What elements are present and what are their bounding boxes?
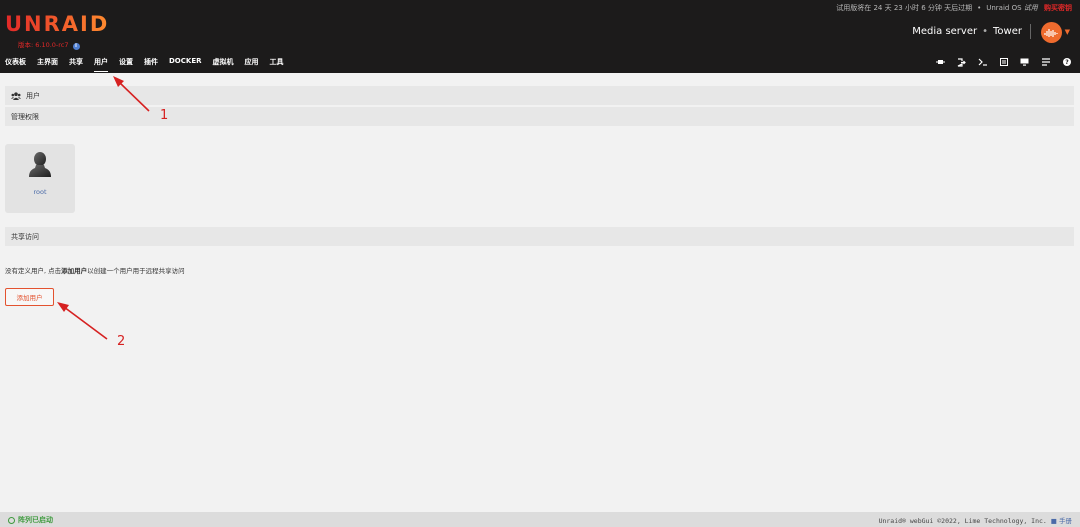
users-section-header: 用户: [5, 86, 1074, 105]
header-toolbar: ?: [935, 57, 1072, 67]
waveform-icon: [1044, 28, 1058, 37]
user-card-root[interactable]: root: [5, 144, 75, 213]
info-icon[interactable]: i: [72, 43, 80, 50]
os-edition: 试用: [1023, 4, 1038, 12]
nav-docker[interactable]: DOCKER: [169, 57, 202, 72]
list-icon[interactable]: [1040, 57, 1051, 67]
status-ok-icon: [8, 516, 15, 524]
trial-status: 试用版将在 24 天 23 小时 6 分钟 天后过期 • Unraid OS 试用 …: [836, 4, 1072, 12]
version-label: 版本: 6.10.0-rc7 i: [18, 39, 80, 50]
account-avatar[interactable]: [1041, 22, 1062, 43]
svg-text:?: ?: [1065, 59, 1069, 66]
book-icon: ■: [1050, 517, 1057, 525]
main-nav: 仪表板 主界面 共享 用户 设置 插件 DOCKER 虚拟机 应用 工具: [5, 57, 295, 72]
server-name: Media server • Tower: [912, 26, 1022, 37]
shares-section-header: 共享访问: [5, 227, 1074, 246]
server-description: Media server: [912, 26, 978, 37]
add-user-button[interactable]: 添加用户: [5, 288, 54, 306]
help-icon[interactable]: ?: [1061, 57, 1072, 67]
copyright: Unraid® webGui ©2022, Lime Technology, I…: [879, 515, 1072, 525]
nav-main[interactable]: 主界面: [37, 57, 58, 72]
monitor-icon[interactable]: [1019, 57, 1030, 67]
server-hostname: Tower: [993, 26, 1022, 37]
array-status-text: 阵列已启动: [18, 516, 53, 524]
nav-apps[interactable]: 应用: [245, 57, 259, 72]
nav-plugins[interactable]: 插件: [144, 57, 158, 72]
nav-settings[interactable]: 设置: [119, 57, 133, 72]
no-users-prefix: 没有定义用户, 点击: [5, 267, 62, 275]
nav-dashboard[interactable]: 仪表板: [5, 57, 26, 72]
permissions-section-title: 管理权限: [11, 112, 39, 121]
os-name: Unraid OS: [986, 4, 1022, 12]
version-text: 版本: 6.10.0-rc7: [18, 41, 69, 49]
plug-icon[interactable]: [935, 57, 946, 67]
unraid-logo[interactable]: UNRAID: [5, 12, 109, 36]
chevron-down-icon[interactable]: ▼: [1065, 28, 1070, 36]
user-avatar-icon: [29, 152, 51, 177]
buy-key-link[interactable]: 购买密钥: [1044, 4, 1072, 12]
nav-vms[interactable]: 虚拟机: [213, 57, 234, 72]
annotation-label-2: 2: [117, 334, 126, 349]
user-name[interactable]: root: [5, 188, 75, 196]
log-icon[interactable]: [998, 57, 1009, 67]
header-divider: [1030, 24, 1031, 39]
nav-shares[interactable]: 共享: [69, 57, 83, 72]
copyright-text: Unraid® webGui ©2022, Lime Technology, I…: [878, 517, 1047, 525]
terminal-icon[interactable]: [977, 57, 988, 67]
no-users-suffix: 以创建一个用户用于远程共享访问: [87, 267, 185, 275]
manual-label: 手册: [1059, 517, 1072, 525]
users-section-title: 用户: [26, 91, 40, 100]
trial-text: 试用版将在 24 天 23 小时 6 分钟 天后过期: [836, 4, 973, 12]
annotation-overlay: [57, 76, 150, 340]
add-user-inline-text: 添加用户: [61, 267, 88, 275]
nav-users[interactable]: 用户: [94, 57, 108, 72]
no-users-message: 没有定义用户, 点击添加用户以创建一个用户用于远程共享访问: [5, 265, 185, 275]
shares-section-title: 共享访问: [11, 232, 39, 241]
header: 试用版将在 24 天 23 小时 6 分钟 天后过期 • Unraid OS 试用 …: [0, 0, 1080, 73]
users-icon: [11, 91, 21, 100]
annotation-label-1: 1: [160, 108, 169, 123]
annotation-arrow-2: [57, 302, 108, 340]
logout-icon[interactable]: [956, 57, 967, 67]
nav-tools[interactable]: 工具: [270, 57, 284, 72]
manual-link[interactable]: ■ 手册: [1051, 517, 1072, 525]
footer: 阵列已启动 Unraid® webGui ©2022, Lime Technol…: [0, 512, 1080, 527]
array-status: 阵列已启动: [8, 515, 53, 525]
